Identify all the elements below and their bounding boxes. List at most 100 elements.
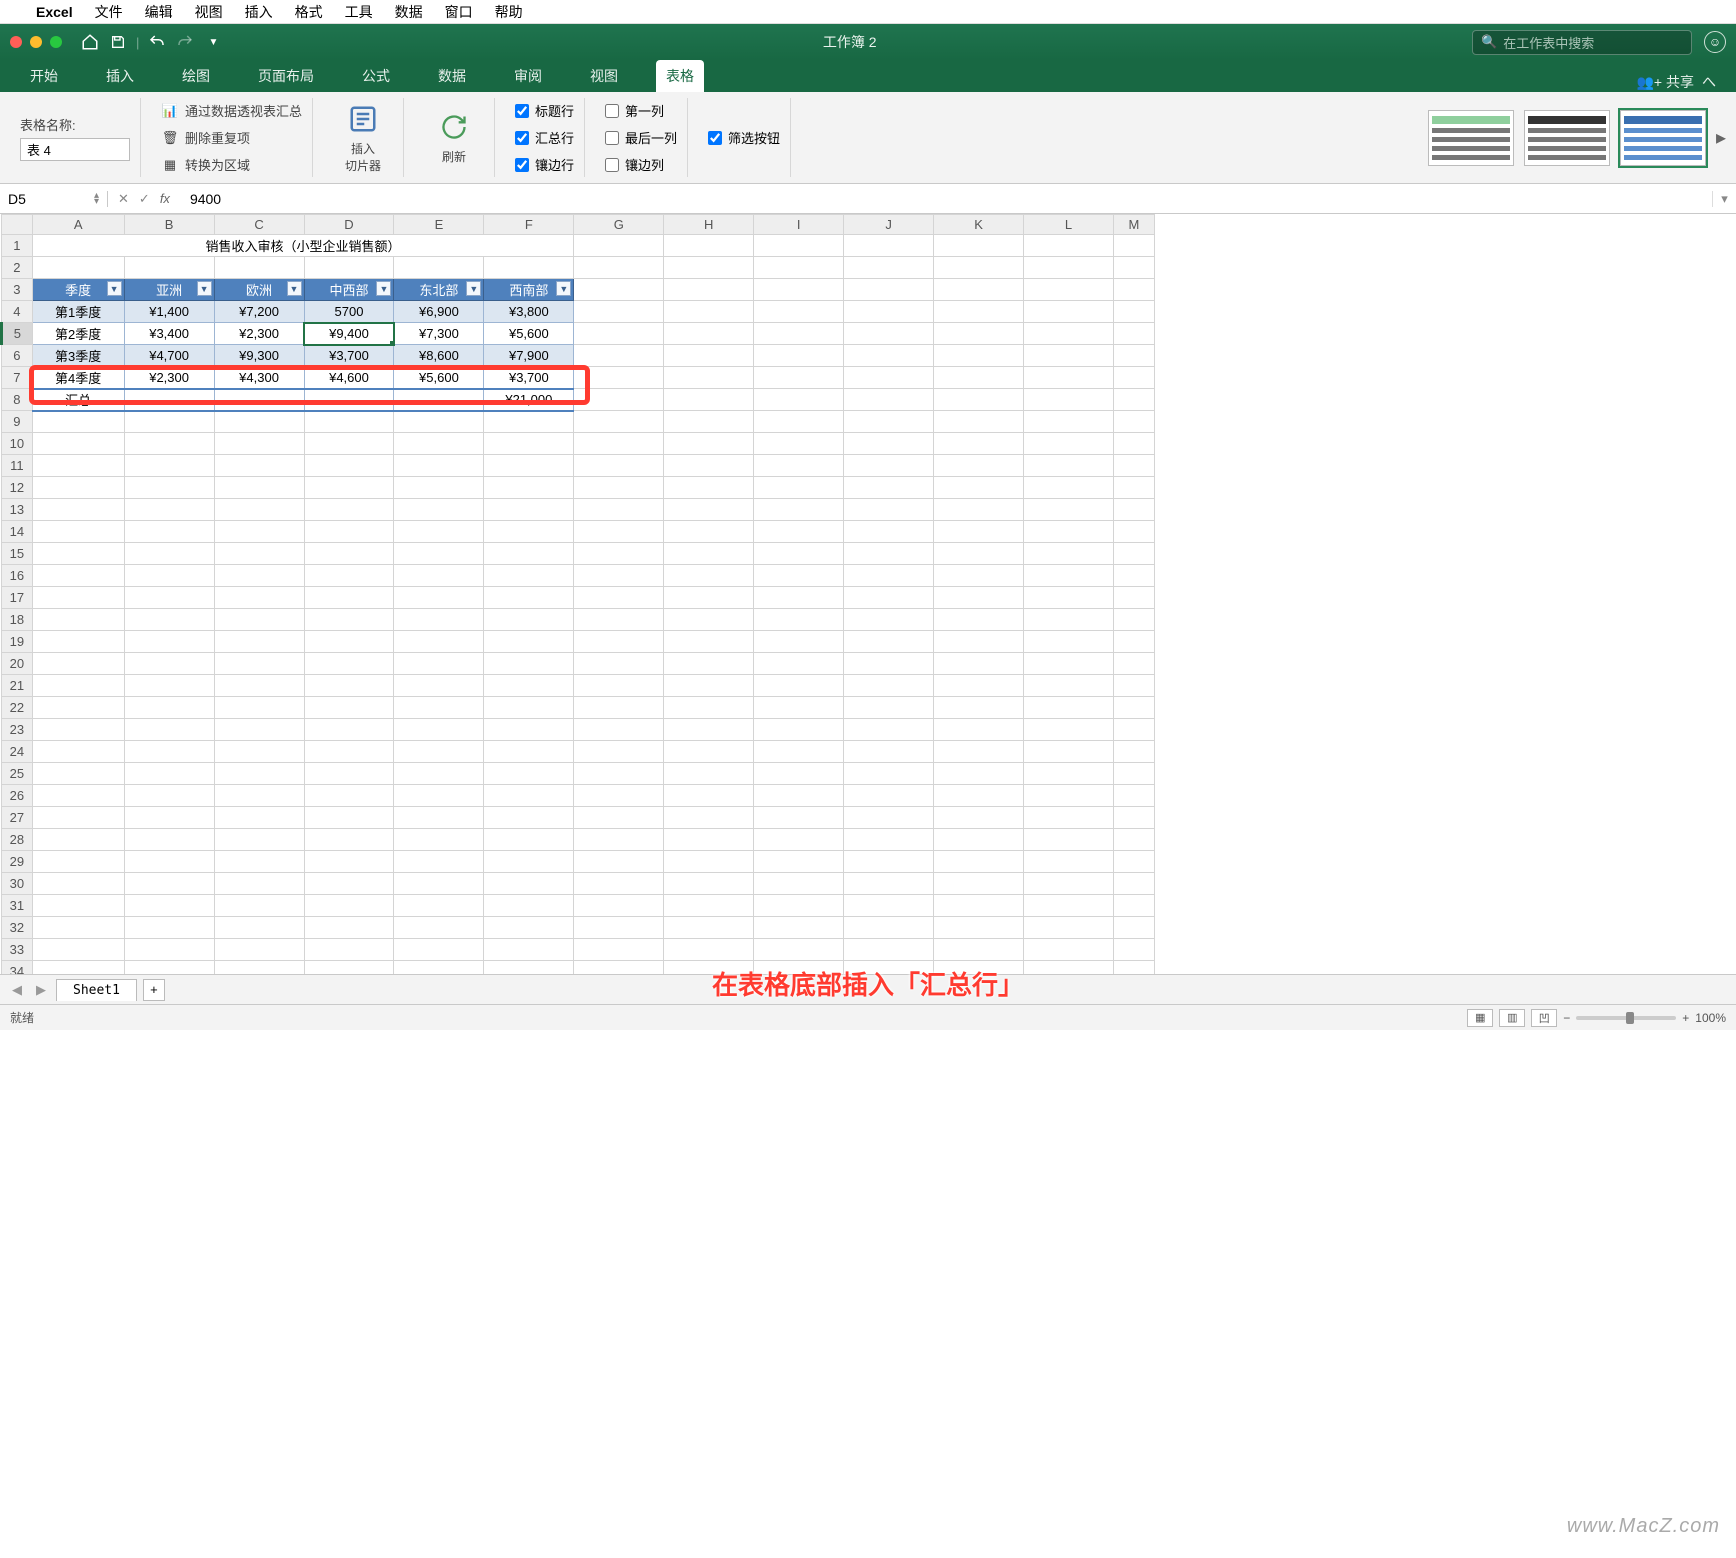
zoom-in-icon[interactable]: +: [1682, 1011, 1689, 1025]
cell[interactable]: [394, 499, 484, 521]
cell[interactable]: [394, 917, 484, 939]
cell[interactable]: [574, 895, 664, 917]
cell[interactable]: [574, 675, 664, 697]
cell[interactable]: [484, 433, 574, 455]
col-A[interactable]: A: [32, 215, 124, 235]
cell[interactable]: [574, 565, 664, 587]
cell[interactable]: [484, 587, 574, 609]
cell[interactable]: [1113, 345, 1154, 367]
menu-format[interactable]: 格式: [295, 2, 323, 22]
row-hdr[interactable]: 2: [2, 257, 33, 279]
table-cell[interactable]: ¥3,400: [124, 323, 214, 345]
cell[interactable]: [1024, 235, 1114, 257]
cell[interactable]: [664, 653, 754, 675]
cell[interactable]: [934, 521, 1024, 543]
chk-total[interactable]: 汇总行: [515, 128, 574, 147]
cell[interactable]: [934, 455, 1024, 477]
filter-icon[interactable]: ▼: [107, 281, 122, 296]
cell[interactable]: [124, 411, 214, 433]
cell[interactable]: [32, 939, 124, 961]
cell[interactable]: [664, 521, 754, 543]
cell[interactable]: [304, 895, 394, 917]
cell[interactable]: [844, 939, 934, 961]
zoom-window[interactable]: [50, 36, 62, 48]
cell[interactable]: [844, 895, 934, 917]
cell[interactable]: [214, 675, 304, 697]
cell[interactable]: [394, 829, 484, 851]
cell[interactable]: [214, 917, 304, 939]
row-hdr[interactable]: 14: [2, 521, 33, 543]
cell[interactable]: [844, 543, 934, 565]
cell[interactable]: [1113, 961, 1154, 975]
cell[interactable]: [214, 477, 304, 499]
cell[interactable]: [844, 807, 934, 829]
cell[interactable]: [394, 873, 484, 895]
row-hdr[interactable]: 16: [2, 565, 33, 587]
cell[interactable]: [664, 609, 754, 631]
cell[interactable]: [304, 961, 394, 975]
cell[interactable]: [214, 499, 304, 521]
cell[interactable]: [1113, 565, 1154, 587]
cell[interactable]: [844, 345, 934, 367]
home-icon[interactable]: [76, 28, 104, 56]
cmd-convert[interactable]: ▦转换为区域: [161, 153, 302, 176]
total-cell[interactable]: [394, 389, 484, 411]
cell[interactable]: [754, 389, 844, 411]
cell[interactable]: [1024, 631, 1114, 653]
row-hdr[interactable]: 34: [2, 961, 33, 975]
cell[interactable]: [214, 763, 304, 785]
total-cell[interactable]: ¥21,000: [484, 389, 574, 411]
cell[interactable]: [664, 587, 754, 609]
cell[interactable]: [394, 455, 484, 477]
cell[interactable]: [214, 719, 304, 741]
table-cell[interactable]: ¥8,600: [394, 345, 484, 367]
row-hdr[interactable]: 26: [2, 785, 33, 807]
cell[interactable]: [934, 631, 1024, 653]
cell[interactable]: [484, 829, 574, 851]
cell[interactable]: [394, 521, 484, 543]
cell[interactable]: [934, 477, 1024, 499]
zoom-out-icon[interactable]: −: [1563, 1011, 1570, 1025]
cell[interactable]: [754, 939, 844, 961]
cell[interactable]: [844, 455, 934, 477]
cell[interactable]: [574, 257, 664, 279]
cell[interactable]: [304, 719, 394, 741]
cell[interactable]: [214, 609, 304, 631]
cell[interactable]: [754, 741, 844, 763]
cell[interactable]: [1113, 323, 1154, 345]
row-hdr[interactable]: 5: [2, 323, 33, 345]
tab-insert[interactable]: 插入: [96, 60, 144, 92]
cell[interactable]: [574, 939, 664, 961]
cell[interactable]: [394, 895, 484, 917]
row-hdr[interactable]: 19: [2, 631, 33, 653]
table-cell[interactable]: ¥2,300: [124, 367, 214, 389]
cell[interactable]: [844, 477, 934, 499]
cell[interactable]: [754, 257, 844, 279]
col-H[interactable]: H: [664, 215, 754, 235]
cell[interactable]: [214, 411, 304, 433]
cell[interactable]: [934, 697, 1024, 719]
cell[interactable]: [124, 609, 214, 631]
cell[interactable]: [214, 851, 304, 873]
cell[interactable]: [1024, 345, 1114, 367]
cell[interactable]: [394, 653, 484, 675]
cell[interactable]: [124, 939, 214, 961]
cell[interactable]: [124, 455, 214, 477]
cell[interactable]: [32, 961, 124, 975]
cell[interactable]: [1024, 609, 1114, 631]
cell[interactable]: [304, 873, 394, 895]
cell[interactable]: [664, 939, 754, 961]
cell[interactable]: [934, 917, 1024, 939]
cell[interactable]: [844, 675, 934, 697]
cell[interactable]: [1024, 719, 1114, 741]
app-name[interactable]: Excel: [36, 4, 73, 20]
cell[interactable]: [304, 653, 394, 675]
col-K[interactable]: K: [934, 215, 1024, 235]
cell[interactable]: [304, 477, 394, 499]
cell[interactable]: [32, 763, 124, 785]
cell[interactable]: [1024, 587, 1114, 609]
menu-help[interactable]: 帮助: [495, 2, 523, 22]
cell[interactable]: [574, 411, 664, 433]
cell[interactable]: [1024, 873, 1114, 895]
cell[interactable]: [124, 851, 214, 873]
